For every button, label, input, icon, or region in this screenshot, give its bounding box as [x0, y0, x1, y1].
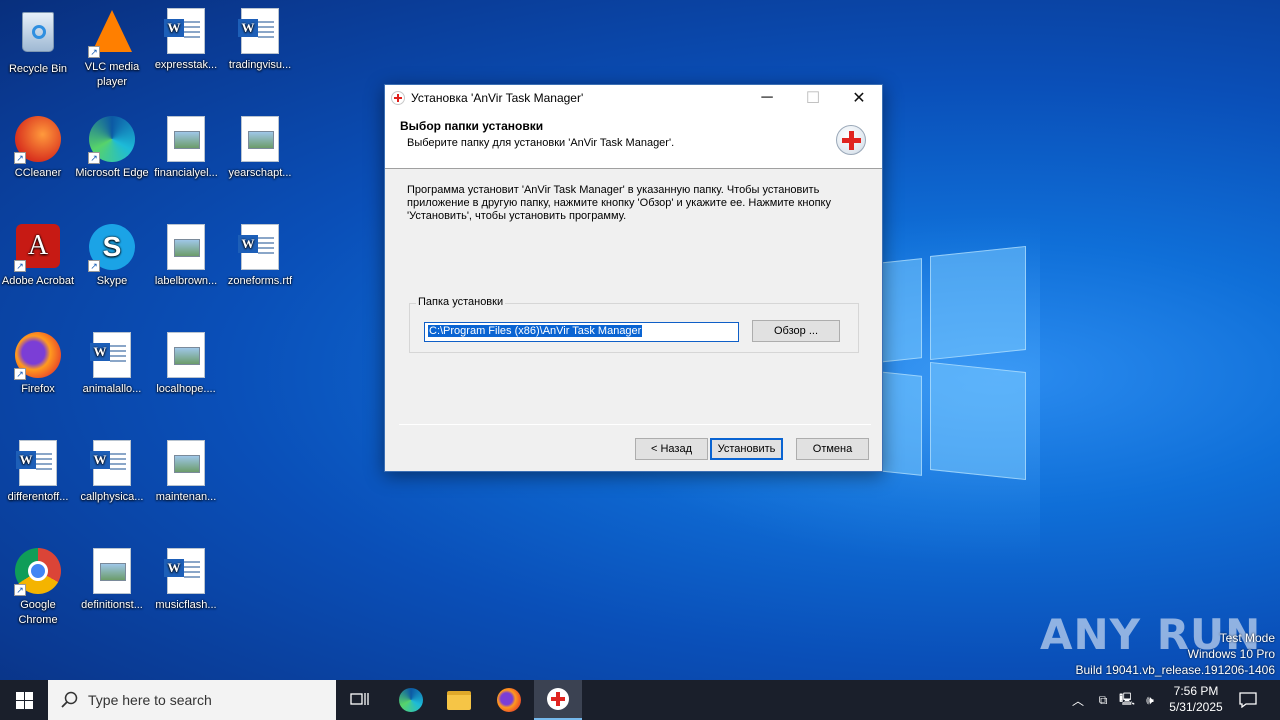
- search-placeholder: Type here to search: [88, 692, 212, 708]
- image-document-icon: [162, 224, 210, 272]
- notification-icon: [1239, 692, 1257, 708]
- image-document-icon: [162, 332, 210, 380]
- image-document-icon: [236, 116, 284, 164]
- edge-icon: ↗: [88, 116, 136, 164]
- wizard-step-subtitle: Выберите папку для установки 'AnVir Task…: [407, 137, 675, 149]
- image-document-icon: [162, 440, 210, 488]
- desktop-icon-expresstak[interactable]: W expresstak...: [148, 8, 224, 73]
- desktop-icon-tradingvisu[interactable]: W tradingvisu...: [222, 8, 298, 73]
- taskbar-edge[interactable]: [388, 680, 434, 720]
- taskbar-file-explorer[interactable]: [436, 680, 482, 720]
- taskbar-anvir-installer[interactable]: [534, 680, 582, 720]
- action-center-button[interactable]: [1236, 680, 1260, 720]
- taskbar: Type here to search ︿ ⧉ 🖳 🕪 7:56 PM 5/31…: [0, 680, 1280, 720]
- anvir-app-icon: [391, 91, 405, 105]
- install-folder-group: Папка установки C:\Program Files (x86)\A…: [409, 296, 859, 353]
- volume-button[interactable]: 🕪: [1140, 680, 1160, 720]
- separator: [399, 424, 871, 425]
- desktop-icon-firefox[interactable]: ↗ Firefox: [0, 332, 76, 397]
- browse-button[interactable]: Обзор ...: [752, 320, 840, 342]
- show-hidden-icons-button[interactable]: ︿: [1068, 680, 1088, 720]
- desktop-icon-labelbrown[interactable]: labelbrown...: [148, 224, 224, 289]
- word-document-icon: W: [88, 440, 136, 488]
- taskbar-search-box[interactable]: Type here to search: [48, 680, 336, 720]
- clock-time: 7:56 PM: [1173, 684, 1219, 698]
- word-document-icon: W: [236, 8, 284, 56]
- windows-start-icon: [15, 691, 33, 709]
- task-view-button[interactable]: [340, 680, 380, 720]
- clock-date: 5/31/2025: [1169, 700, 1223, 714]
- word-document-icon: W: [14, 440, 62, 488]
- install-button[interactable]: Установить: [710, 438, 783, 460]
- chevron-up-icon: ︿: [1071, 693, 1084, 708]
- desktop-icon-maintenan[interactable]: maintenan...: [148, 440, 224, 505]
- speaker-icon: 🕪: [1146, 692, 1154, 707]
- recycle-bin-icon: [14, 12, 62, 60]
- word-document-icon: W: [236, 224, 284, 272]
- cancel-button[interactable]: Отмена: [796, 438, 869, 460]
- maximize-button: ☐: [805, 90, 821, 107]
- firefox-icon: [497, 688, 521, 712]
- desktop-icon-callphysica[interactable]: W callphysica...: [74, 440, 150, 505]
- title-bar[interactable]: Установка 'AnVir Task Manager' ─ ☐ ✕: [385, 85, 882, 111]
- word-document-icon: W: [88, 332, 136, 380]
- image-document-icon: [162, 116, 210, 164]
- desktop-icon-definitionst[interactable]: definitionst...: [74, 548, 150, 613]
- start-button[interactable]: [0, 680, 48, 720]
- desktop-icon-differentoff[interactable]: W differentoff...: [0, 440, 76, 505]
- desktop-icon-microsoft-edge[interactable]: ↗ Microsoft Edge: [74, 116, 150, 181]
- word-document-icon: W: [162, 8, 210, 56]
- install-path-input[interactable]: C:\Program Files (x86)\AnVir Task Manage…: [424, 322, 739, 342]
- desktop-icon-ccleaner[interactable]: ↗ CCleaner: [0, 116, 76, 181]
- chrome-icon: ↗: [14, 548, 62, 596]
- desktop-icon-localhope[interactable]: localhope....: [148, 332, 224, 397]
- desktop-icon-google-chrome[interactable]: ↗ Google Chrome: [0, 548, 76, 628]
- word-document-icon: W: [162, 548, 210, 596]
- firefox-icon: ↗: [14, 332, 62, 380]
- desktop-icon-financialyel[interactable]: financialyel...: [148, 116, 224, 181]
- skype-icon: S ↗: [88, 224, 136, 272]
- wizard-step-title: Выбор папки установки: [400, 119, 544, 133]
- vlc-icon: ↗: [88, 10, 136, 58]
- network-icon: 🖳: [1118, 691, 1135, 706]
- desktop-icon-zoneforms[interactable]: W zoneforms.rtf: [222, 224, 298, 289]
- desktop-icon-animalallo[interactable]: W animalallo...: [74, 332, 150, 397]
- image-document-icon: [88, 548, 136, 596]
- desktop-icon-vlc[interactable]: ↗ VLC media player: [74, 8, 150, 90]
- minimize-button[interactable]: ─: [744, 85, 790, 111]
- desktop-icon-recycle-bin[interactable]: Recycle Bin: [0, 8, 76, 77]
- build-info: Test Mode Windows 10 Pro Build 19041.vb_…: [1075, 631, 1276, 677]
- installer-dialog: Установка 'AnVir Task Manager' ─ ☐ ✕ Выб…: [384, 84, 883, 472]
- network-button[interactable]: 🖳: [1117, 680, 1137, 720]
- task-view-icon: [350, 693, 369, 705]
- tray-device-icon-button[interactable]: ⧉: [1094, 680, 1112, 720]
- install-folder-label: Папка установки: [416, 296, 506, 308]
- taskbar-clock[interactable]: 7:56 PM 5/31/2025: [1164, 683, 1228, 715]
- desktop-icon-musicflash[interactable]: W musicflash...: [148, 548, 224, 613]
- desktop-icon-adobe-acrobat[interactable]: A ↗ Adobe Acrobat: [0, 224, 76, 289]
- search-icon: [61, 691, 78, 708]
- description-text: Программа установит 'AnVir Task Manager'…: [407, 184, 831, 222]
- adobe-acrobat-icon: A ↗: [14, 224, 62, 272]
- anvir-logo-icon: [836, 125, 866, 155]
- ccleaner-icon: ↗: [14, 116, 62, 164]
- back-button[interactable]: < Назад: [635, 438, 708, 460]
- close-button[interactable]: ✕: [836, 85, 882, 111]
- wizard-header: Выбор папки установки Выберите папку для…: [385, 111, 882, 169]
- edge-icon: [399, 688, 423, 712]
- window-title: Установка 'AnVir Task Manager': [411, 91, 584, 105]
- folder-icon: [447, 690, 471, 710]
- anvir-app-icon: [547, 688, 569, 710]
- desktop-icon-yearschapt[interactable]: yearschapt...: [222, 116, 298, 181]
- taskbar-firefox[interactable]: [486, 680, 532, 720]
- desktop-icon-skype[interactable]: S ↗ Skype: [74, 224, 150, 289]
- device-icon: ⧉: [1098, 692, 1108, 707]
